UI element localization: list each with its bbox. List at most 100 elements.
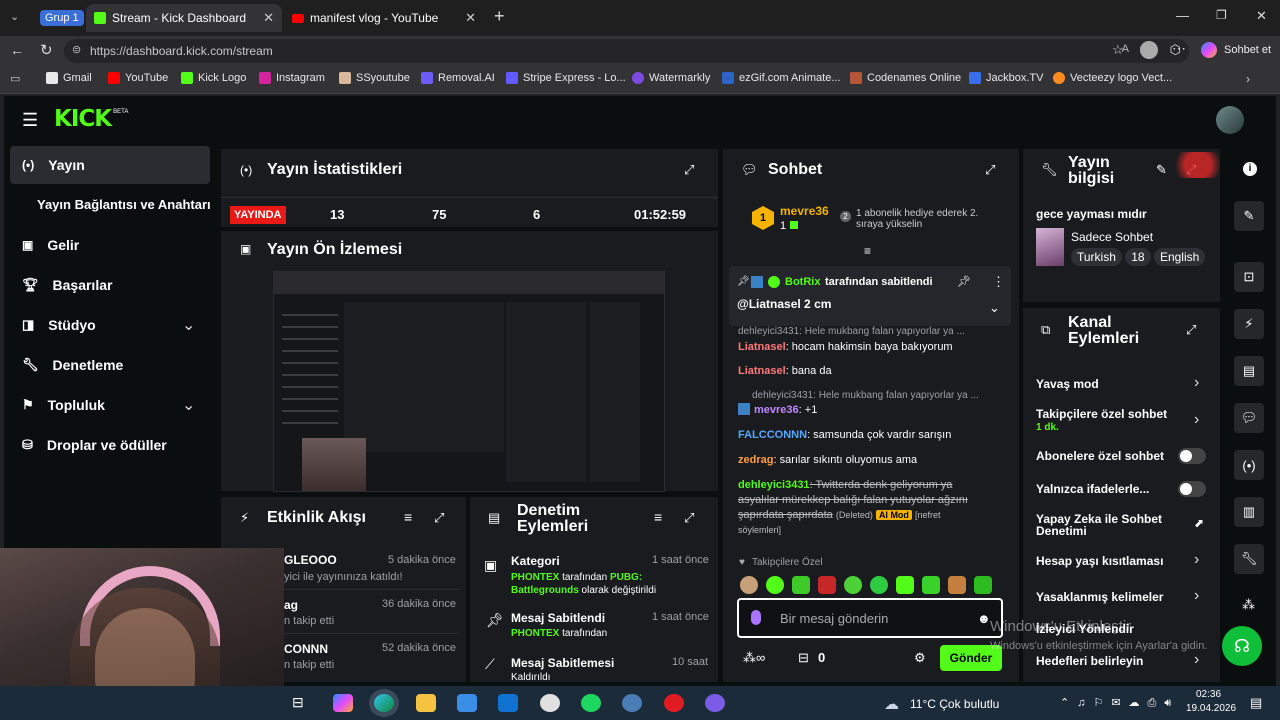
system-tray-icons[interactable]: ⌃♫⚐✉☁⎙🔊︎ — [1060, 696, 1179, 710]
broadcast-button[interactable]: (•) — [1234, 450, 1264, 480]
chrome-like-icon[interactable] — [540, 694, 560, 712]
bookmark-vecteezy[interactable]: Vecteezy logo Vect... — [1053, 72, 1172, 84]
tag-chip[interactable]: Turkish — [1071, 248, 1122, 266]
action-goals[interactable]: Hedefleri belirleyin — [1036, 654, 1143, 668]
close-tab-icon[interactable]: ✕ — [465, 10, 476, 26]
close-window-icon[interactable]: ✕ — [1256, 8, 1267, 24]
task-view-icon[interactable]: ⊟ — [292, 694, 304, 711]
tab-group-label[interactable]: Grup 1 — [40, 10, 84, 26]
bookmark-ssyoutube[interactable]: SSyoutube — [339, 72, 410, 84]
edge-taskbar-icon[interactable] — [374, 694, 394, 712]
more-menu-icon[interactable]: ⋯ — [1172, 40, 1186, 57]
minimize-icon[interactable]: — — [1176, 8, 1189, 23]
reload-icon[interactable]: ↻ — [40, 41, 53, 59]
action-subscribers-only[interactable]: Abonelere özel sohbet — [1036, 449, 1164, 463]
support-headset-button[interactable]: ☊ — [1222, 626, 1262, 666]
chat-input-placeholder[interactable]: Bir mesaj gönderin — [780, 611, 888, 626]
chat-message[interactable]: Liatnasel: bana da — [738, 364, 832, 379]
emote-icon[interactable] — [818, 576, 836, 594]
emote-icon[interactable] — [844, 576, 862, 594]
tab-youtube[interactable]: manifest vlog - YouTube ✕ — [284, 4, 484, 32]
info-icon[interactable]: i — [1243, 162, 1257, 176]
action-followers-only[interactable]: Takipçilere özel sohbet — [1036, 407, 1167, 421]
tag-chip[interactable]: 18 — [1125, 248, 1151, 266]
unpin-button-icon[interactable]: 📌︎ — [957, 275, 971, 288]
chat-username[interactable]: Liatnasel — [738, 365, 786, 377]
emote-icon[interactable] — [896, 576, 914, 594]
chat-message[interactable]: FALCCONNN: samsunda çok vardır sarışın — [738, 428, 951, 443]
emote-icon[interactable] — [922, 576, 940, 594]
emotes-only-toggle[interactable] — [1178, 481, 1206, 497]
emote-icon[interactable] — [948, 576, 966, 594]
chat-username[interactable]: FALCCONNN — [738, 429, 807, 441]
account-age-chevron-icon[interactable]: › — [1194, 551, 1199, 569]
chat-button[interactable]: 💬︎ — [1234, 403, 1264, 433]
emote-icon[interactable] — [766, 576, 784, 594]
file-explorer-icon[interactable] — [416, 694, 436, 712]
steam-icon[interactable] — [622, 694, 642, 712]
expand-chat-icon[interactable]: ⤢ — [985, 162, 995, 178]
notes-button[interactable]: ▤ — [1234, 356, 1264, 386]
slow-mode-chevron-icon[interactable]: › — [1194, 374, 1199, 392]
expand-pinned-chevron-icon[interactable]: ⌄ — [989, 300, 1000, 316]
external-link-icon[interactable]: ⬈ — [1194, 516, 1204, 530]
outlook-icon[interactable] — [498, 694, 518, 712]
sidebar-item-studyo[interactable]: ◨ Stüdyo — [22, 317, 96, 333]
microphone-icon[interactable] — [751, 610, 761, 625]
studyo-chevron-down-icon[interactable]: ⌄ — [182, 315, 195, 335]
edit-pencil-icon[interactable]: ✎ — [1156, 162, 1167, 178]
action-emotes-only[interactable]: Yalnızca ifadelerle... — [1036, 482, 1149, 496]
close-tab-icon[interactable]: ✕ — [263, 10, 274, 26]
bookmark-stripe[interactable]: Stripe Express - Lo... — [506, 72, 626, 84]
chat-username[interactable]: zedrag — [738, 454, 773, 466]
hamburger-menu-icon[interactable]: ☰ — [22, 110, 38, 131]
filter-icon[interactable]: ≡ — [404, 509, 412, 525]
sidebar-item-topluluk[interactable]: ⚑ Topluluk — [22, 397, 105, 413]
expand-moderation-icon[interactable]: ⤢ — [684, 510, 694, 526]
filter-icon[interactable]: ≡ — [654, 509, 662, 525]
clock-date[interactable]: 19.04.2026 — [1186, 703, 1236, 714]
chat-message-deleted[interactable]: dehleyici3431: Twitterda denk geliyorum … — [738, 478, 968, 538]
tag-chip[interactable]: English — [1153, 248, 1206, 266]
sidebar-item-denetleme[interactable]: 🔧︎ Denetleme — [22, 357, 123, 373]
pinned-by-user[interactable]: BotRix — [785, 276, 820, 288]
expand-activity-icon[interactable]: ⤢ — [434, 510, 444, 526]
bookmarks-sidebar-icon[interactable]: ▭ — [10, 72, 20, 85]
goals-chevron-icon[interactable]: › — [1194, 651, 1199, 669]
chat-username[interactable]: Liatnasel — [738, 341, 786, 353]
expand-stats-icon[interactable]: ⤢ — [684, 162, 694, 178]
profile-avatar[interactable] — [1140, 41, 1158, 59]
bookmark-instagram[interactable]: Instagram — [259, 72, 325, 84]
chat-message[interactable]: Liatnasel: hocam hakimsin baya bakıyorum — [738, 340, 953, 355]
bookmark-jackbox[interactable]: Jackbox.TV — [969, 72, 1043, 84]
user-avatar[interactable] — [1216, 106, 1244, 134]
banned-words-chevron-icon[interactable]: › — [1194, 587, 1199, 605]
bookmark-youtube[interactable]: YouTube — [108, 72, 168, 84]
stream-preview-video[interactable] — [273, 271, 665, 492]
clock-time[interactable]: 02:36 — [1196, 689, 1221, 700]
site-info-icon[interactable]: ⊜ — [72, 43, 81, 56]
copilot-icon[interactable] — [1201, 42, 1217, 58]
screenshot-button[interactable]: ⊡ — [1234, 262, 1264, 292]
scroll-indicator-icon[interactable]: ≡ — [864, 244, 871, 258]
collections-icon[interactable]: ☆ — [1112, 42, 1124, 58]
bookmarks-more-chevron-icon[interactable]: › — [1246, 72, 1250, 86]
followers-only-chevron-icon[interactable]: › — [1194, 411, 1199, 429]
sidebar-item-basarilar[interactable]: 🏆︎ Başarılar — [22, 277, 112, 293]
tab-kick-dashboard[interactable]: Stream - Kick Dashboard ✕ — [86, 4, 282, 32]
wrench-button[interactable]: 🔧︎ — [1234, 544, 1264, 574]
new-tab-icon[interactable]: + — [494, 6, 505, 27]
store-icon[interactable] — [457, 694, 477, 712]
bookmark-ezgif[interactable]: ezGif.com Animate... — [722, 72, 840, 84]
kick-logo[interactable]: KICK BETA — [54, 106, 128, 132]
sidebar-item-stream-key[interactable]: Yayın Bağlantısı ve Anahtarı — [37, 197, 211, 212]
notifications-icon[interactable]: ▤ — [1250, 695, 1262, 711]
subscribers-only-toggle[interactable] — [1178, 448, 1206, 464]
emote-icon[interactable] — [974, 576, 992, 594]
edit-stream-button[interactable]: ✎ — [1234, 201, 1264, 231]
action-banned-words[interactable]: Yasaklanmış kelimeler — [1036, 590, 1163, 604]
community-icon[interactable]: ⁂ — [1242, 597, 1255, 613]
weather-text[interactable]: 11°C Çok bulutlu — [910, 697, 999, 711]
bookmark-removal-ai[interactable]: Removal.AI — [421, 72, 495, 84]
chat-settings-icon[interactable]: ⚙ — [914, 650, 926, 666]
